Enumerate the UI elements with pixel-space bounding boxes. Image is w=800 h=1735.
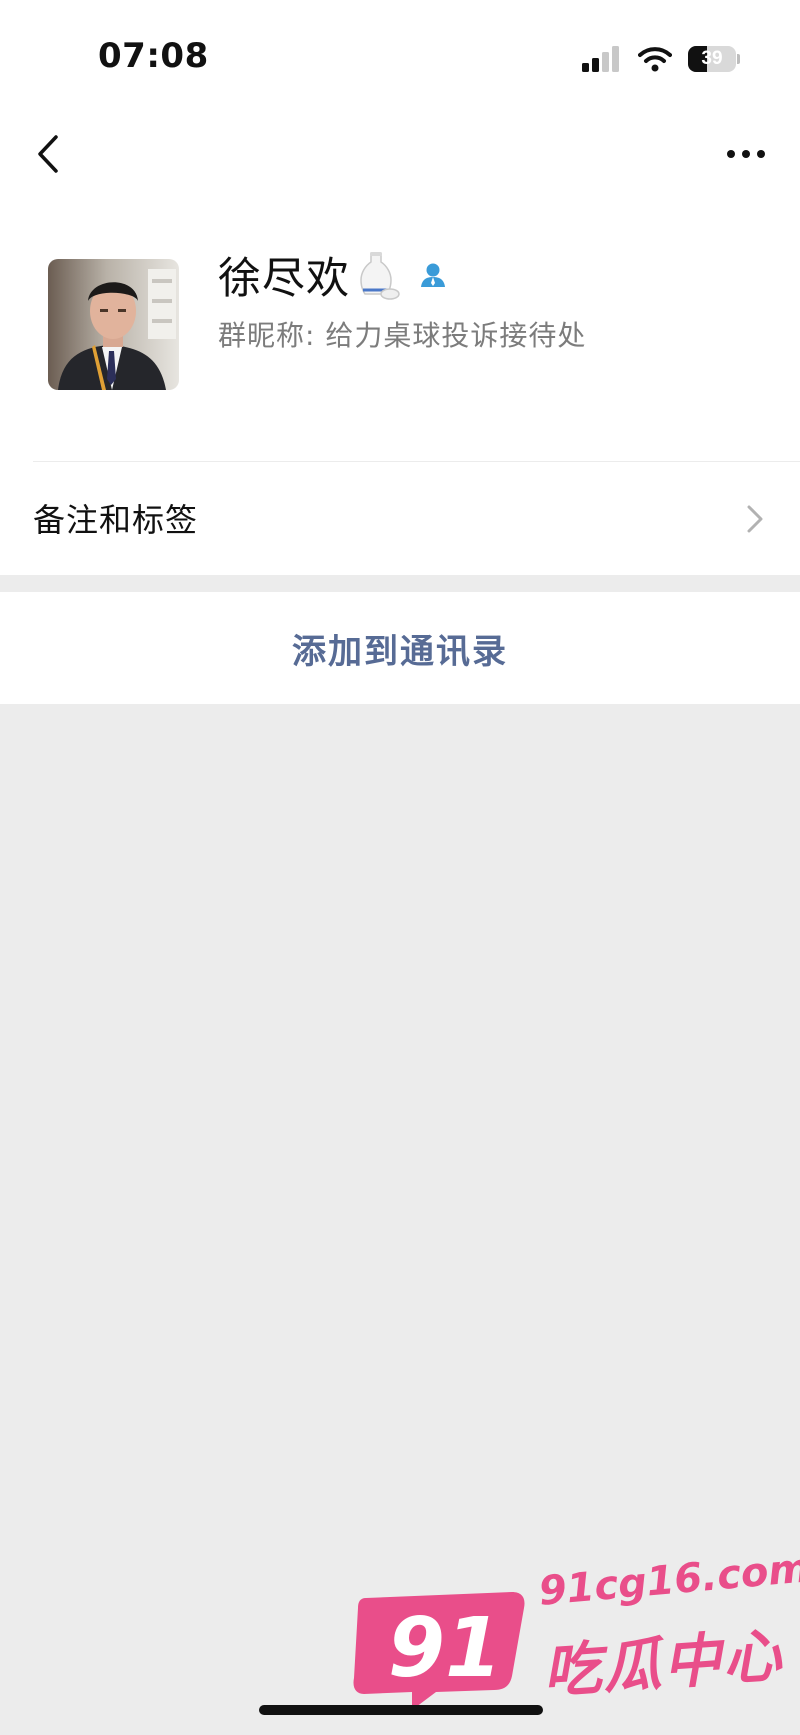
avatar-photo	[48, 259, 179, 390]
avatar[interactable]	[48, 259, 179, 390]
battery-level: 39	[701, 48, 723, 69]
watermark-site: 91cg16.com	[537, 1545, 800, 1615]
status-time: 07:08	[98, 36, 209, 76]
add-to-contacts-label: 添加到通讯录	[292, 631, 508, 672]
signal-icon	[582, 46, 619, 72]
watermark: 91 91cg16.com 吃瓜中心	[352, 1545, 800, 1725]
more-dots-icon	[727, 150, 765, 158]
status-icons: 39	[582, 44, 740, 74]
chevron-left-icon	[38, 135, 58, 173]
watermark-logo: 91	[353, 1592, 525, 1710]
battery-icon: 39	[688, 46, 740, 72]
watermark-number: 91	[388, 1601, 502, 1696]
contact-status-icon	[421, 263, 445, 287]
contact-name: 徐尽欢	[218, 254, 350, 304]
wifi-icon	[638, 47, 672, 72]
back-button[interactable]	[28, 130, 68, 178]
watermark-text: 吃瓜中心	[540, 1621, 786, 1706]
remark-tags-label: 备注和标签	[33, 501, 199, 539]
remark-tags-row[interactable]: 备注和标签	[0, 462, 800, 574]
chevron-right-icon	[747, 505, 763, 533]
add-to-contacts-button[interactable]: 添加到通讯录	[0, 592, 800, 704]
more-options-button[interactable]	[722, 136, 770, 172]
name-row: 徐尽欢	[218, 246, 448, 304]
sake-bottle-icon	[360, 252, 400, 300]
group-nickname: 群昵称: 给力桌球投诉接待处	[218, 319, 587, 352]
home-indicator[interactable]	[259, 1705, 543, 1715]
